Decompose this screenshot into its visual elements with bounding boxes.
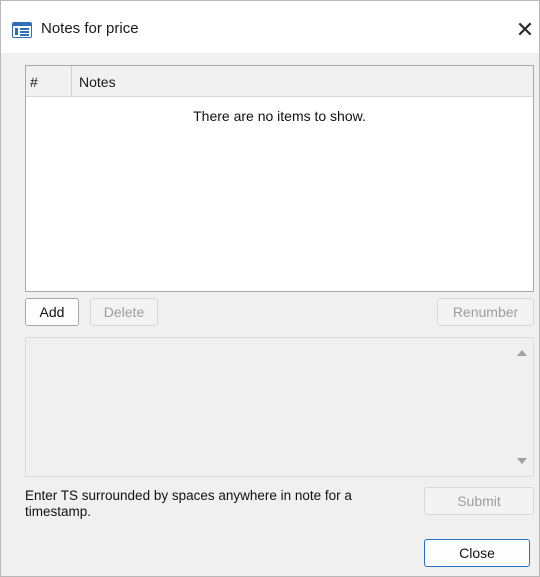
- title-bar: Notes for price ✕: [1, 1, 539, 53]
- list-header: # Notes: [26, 66, 533, 97]
- column-header-number[interactable]: #: [26, 66, 72, 96]
- note-scrollbar[interactable]: [511, 338, 533, 476]
- note-text-area[interactable]: [25, 337, 534, 477]
- delete-button[interactable]: Delete: [90, 298, 158, 326]
- empty-list-message: There are no items to show.: [193, 108, 366, 124]
- dialog-title: Notes for price: [41, 20, 139, 37]
- notes-list[interactable]: # Notes There are no items to show.: [25, 65, 534, 292]
- form-window-icon: [12, 22, 32, 38]
- scroll-down-icon[interactable]: [517, 458, 527, 464]
- add-button[interactable]: Add: [25, 298, 79, 326]
- submit-button[interactable]: Submit: [424, 487, 534, 515]
- close-button[interactable]: Close: [424, 539, 530, 567]
- close-window-icon[interactable]: ✕: [513, 13, 537, 47]
- renumber-button[interactable]: Renumber: [437, 298, 534, 326]
- column-header-notes[interactable]: Notes: [73, 66, 533, 96]
- timestamp-hint: Enter TS surrounded by spaces anywhere i…: [25, 488, 352, 519]
- notes-dialog: Notes for price ✕ # Notes There are no i…: [0, 0, 540, 577]
- scroll-up-icon[interactable]: [517, 350, 527, 356]
